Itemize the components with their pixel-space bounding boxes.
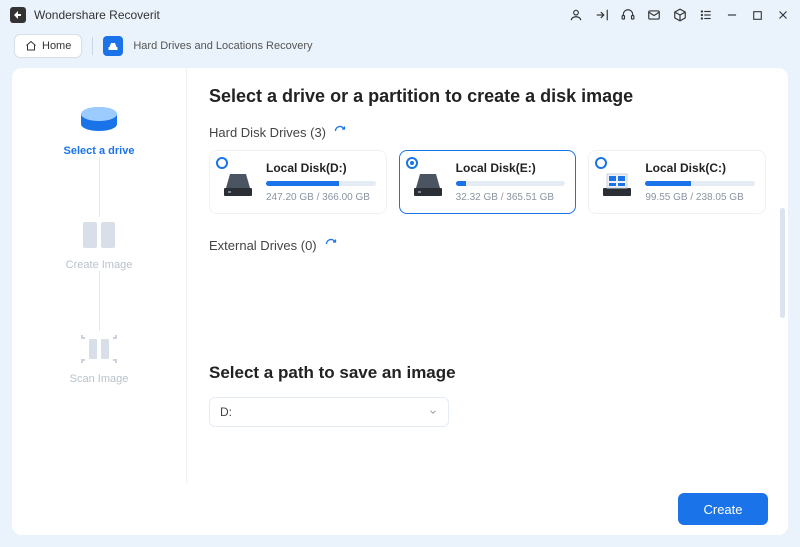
package-icon[interactable] [673,8,687,22]
step-label: Create Image [66,259,133,271]
titlebar: Wondershare Recoverit [0,0,800,30]
mail-icon[interactable] [647,8,661,22]
drive-card[interactable]: Local Disk(C:) 99.55 GB / 238.05 GB [588,150,766,214]
drive-location-icon [103,36,123,56]
drive-radio[interactable] [216,157,228,169]
home-button[interactable]: Home [14,34,82,58]
step-create-image[interactable]: Create Image [66,217,133,271]
footer: Create [12,483,788,535]
drive-usage-bar [456,181,566,186]
step-label: Select a drive [64,145,135,157]
create-button[interactable]: Create [678,493,768,525]
steps-sidebar: Select a drive Create Image Scan Image [12,68,187,483]
toolbar: Home Hard Drives and Locations Recovery [0,30,800,62]
save-path-select[interactable]: D: [209,397,449,427]
home-label: Home [42,40,71,52]
login-icon[interactable] [595,8,609,22]
app-title: Wondershare Recoverit [34,8,160,22]
maximize-icon[interactable] [751,9,764,22]
drive-radio[interactable] [406,157,418,169]
drive-usage-bar [266,181,376,186]
refresh-icon[interactable] [334,125,346,140]
scrollbar[interactable] [780,208,785,318]
titlebar-actions [569,8,790,22]
refresh-icon[interactable] [325,238,337,253]
create-image-icon [76,217,122,253]
hard-drive-icon [599,167,635,203]
drives-list: Local Disk(D:)247.20 GB / 366.00 GBLocal… [209,150,766,214]
step-select-drive[interactable]: Select a drive [64,103,135,157]
scan-image-icon [76,331,122,367]
external-section-header: External Drives (0) [209,238,766,253]
app-logo-icon [10,7,26,23]
account-icon[interactable] [569,8,583,22]
chevron-down-icon [428,407,438,417]
drive-name: Local Disk(E:) [456,161,566,175]
minimize-icon[interactable] [725,8,739,22]
drive-card[interactable]: Local Disk(D:) 247.20 GB / 366.00 GB [209,150,387,214]
step-connector [99,157,100,217]
menu-icon[interactable] [699,8,713,22]
step-label: Scan Image [70,373,129,385]
step-scan-image[interactable]: Scan Image [70,331,129,385]
save-path-value: D: [220,405,232,419]
drive-usage-bar [645,181,755,186]
breadcrumb: Hard Drives and Locations Recovery [133,40,312,52]
hard-drive-icon [410,167,446,203]
drive-size: 247.20 GB / 366.00 GB [266,192,376,203]
hdd-label: Hard Disk Drives (3) [209,125,326,140]
main-panel: Select a drive or a partition to create … [187,68,788,483]
headset-icon[interactable] [621,8,635,22]
drive-card[interactable]: Local Disk(E:) 32.32 GB / 365.51 GB [399,150,577,214]
drive-size: 32.32 GB / 365.51 GB [456,192,566,203]
external-label: External Drives (0) [209,238,317,253]
save-path-title: Select a path to save an image [209,363,766,383]
drive-size: 99.55 GB / 238.05 GB [645,192,755,203]
home-icon [25,40,37,52]
page-title: Select a drive or a partition to create … [209,86,766,107]
step-connector [99,271,100,331]
content-panel: Select a drive Create Image Scan Image S… [12,68,788,483]
drive-icon [76,103,122,139]
hard-drive-icon [220,167,256,203]
hdd-section-header: Hard Disk Drives (3) [209,125,766,140]
drive-name: Local Disk(D:) [266,161,376,175]
close-icon[interactable] [776,8,790,22]
drive-name: Local Disk(C:) [645,161,755,175]
toolbar-separator [92,37,93,55]
